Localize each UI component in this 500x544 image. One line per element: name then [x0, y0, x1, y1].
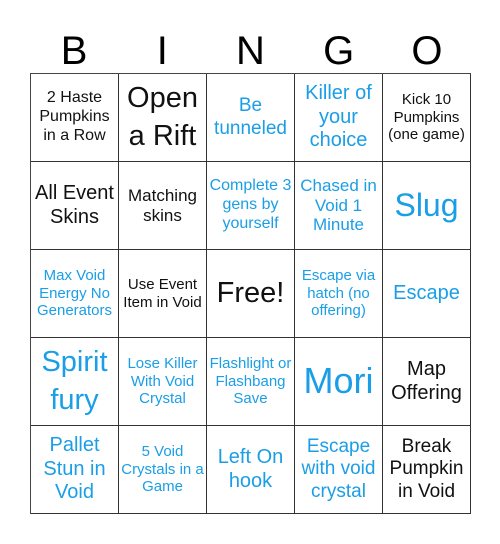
bingo-cell[interactable]: Escape via hatch (no offering) [295, 250, 383, 338]
bingo-cell[interactable]: Escape [383, 250, 471, 338]
header-letter-o: O [411, 29, 443, 73]
bingo-cell[interactable]: Killer of your choice [295, 74, 383, 162]
header-letter-g: G [323, 29, 355, 73]
bingo-cell[interactable]: Escape with void crystal [295, 426, 383, 514]
bingo-cell[interactable]: Left On hook [207, 426, 295, 514]
bingo-cell[interactable]: Flashlight or Flashbang Save [207, 338, 295, 426]
header-letter-n: N [236, 29, 265, 73]
bingo-cell[interactable]: Open a Rift [119, 74, 207, 162]
bingo-cell[interactable]: All Event Skins [31, 162, 119, 250]
bingo-cell[interactable]: Slug [383, 162, 471, 250]
free-space-cell[interactable]: Free! [207, 250, 295, 338]
bingo-cell[interactable]: Mori [295, 338, 383, 426]
bingo-cell[interactable]: Be tunneled [207, 74, 295, 162]
bingo-cell[interactable]: Max Void Energy No Generators [31, 250, 119, 338]
bingo-cell[interactable]: Matching skins [119, 162, 207, 250]
bingo-header: B I N G O [30, 22, 471, 73]
bingo-cell[interactable]: Complete 3 gens by yourself [207, 162, 295, 250]
bingo-cell[interactable]: Lose Killer With Void Crystal [119, 338, 207, 426]
bingo-cell[interactable]: Map Offering [383, 338, 471, 426]
header-letter-i: I [156, 29, 168, 73]
bingo-cell[interactable]: Pallet Stun in Void [31, 426, 119, 514]
header-letter-b: B [60, 29, 88, 73]
bingo-cell[interactable]: Kick 10 Pumpkins (one game) [383, 74, 471, 162]
bingo-cell[interactable]: Spirit fury [31, 338, 119, 426]
bingo-board: 2 Haste Pumpkins in a Row Open a Rift Be… [30, 73, 471, 514]
bingo-cell[interactable]: 2 Haste Pumpkins in a Row [31, 74, 119, 162]
bingo-cell[interactable]: Break Pumpkin in Void [383, 426, 471, 514]
bingo-cell[interactable]: Use Event Item in Void [119, 250, 207, 338]
bingo-cell[interactable]: Chased in Void 1 Minute [295, 162, 383, 250]
bingo-cell[interactable]: 5 Void Crystals in a Game [119, 426, 207, 514]
